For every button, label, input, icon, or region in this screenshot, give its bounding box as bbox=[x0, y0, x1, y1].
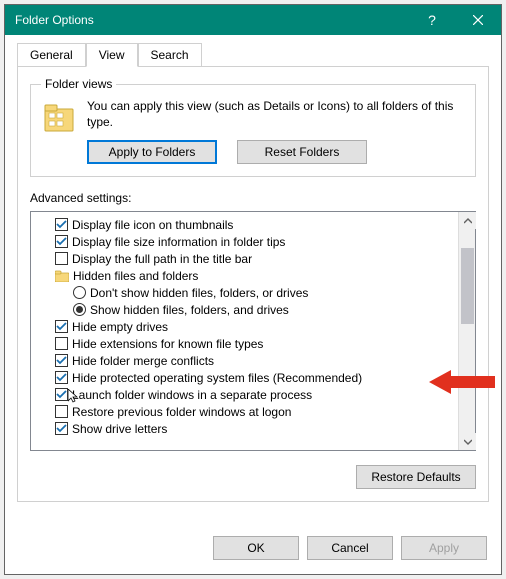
close-button[interactable] bbox=[455, 5, 501, 35]
list-item-label: Hide empty drives bbox=[72, 320, 168, 334]
list-item[interactable]: Show drive letters bbox=[37, 420, 458, 437]
scrollbar[interactable] bbox=[458, 212, 475, 450]
list-item-label: Launch folder windows in a separate proc… bbox=[72, 388, 312, 402]
list-item[interactable]: Display the full path in the title bar bbox=[37, 250, 458, 267]
checkbox[interactable] bbox=[55, 235, 68, 248]
list-item: Hidden files and folders bbox=[37, 267, 458, 284]
list-item[interactable]: Hide protected operating system files (R… bbox=[37, 369, 458, 386]
list-item[interactable]: Don't show hidden files, folders, or dri… bbox=[37, 284, 458, 301]
list-item-label: Hide extensions for known file types bbox=[72, 337, 263, 351]
list-item-label: Show hidden files, folders, and drives bbox=[90, 303, 289, 317]
close-icon bbox=[473, 15, 483, 25]
list-item-label: Display file size information in folder … bbox=[72, 235, 285, 249]
window-title: Folder Options bbox=[15, 13, 409, 27]
list-item[interactable]: Display file icon on thumbnails bbox=[37, 216, 458, 233]
list-item[interactable]: Restore previous folder windows at logon bbox=[37, 403, 458, 420]
list-item-label: Show drive letters bbox=[72, 422, 167, 436]
titlebar: Folder Options ? bbox=[5, 5, 501, 35]
cancel-button[interactable]: Cancel bbox=[307, 536, 393, 560]
tab-strip: General View Search bbox=[17, 43, 489, 67]
window-frame: Folder Options ? General View Search Fol… bbox=[4, 4, 502, 575]
checkbox[interactable] bbox=[55, 337, 68, 350]
list-item[interactable]: Show hidden files, folders, and drives bbox=[37, 301, 458, 318]
list-item[interactable]: Hide empty drives bbox=[37, 318, 458, 335]
tab-page-view: Folder views You can apply thi bbox=[17, 66, 489, 502]
tab-search[interactable]: Search bbox=[138, 43, 202, 67]
list-item-label: Hide protected operating system files (R… bbox=[72, 371, 362, 385]
list-item-label: Don't show hidden files, folders, or dri… bbox=[90, 286, 308, 300]
list-item[interactable]: Display file size information in folder … bbox=[37, 233, 458, 250]
chevron-down-icon bbox=[464, 439, 472, 445]
checkbox[interactable] bbox=[55, 252, 68, 265]
apply-button[interactable]: Apply bbox=[401, 536, 487, 560]
checkbox[interactable] bbox=[55, 354, 68, 367]
advanced-settings-list[interactable]: Display file icon on thumbnails Display f… bbox=[30, 211, 476, 451]
list-item[interactable]: Hide folder merge conflicts bbox=[37, 352, 458, 369]
checkbox[interactable] bbox=[55, 388, 68, 401]
checkbox[interactable] bbox=[55, 371, 68, 384]
dialog-footer: OK Cancel Apply bbox=[5, 526, 501, 574]
restore-defaults-button[interactable]: Restore Defaults bbox=[356, 465, 476, 489]
tab-view[interactable]: View bbox=[86, 43, 138, 67]
list-item[interactable]: Hide extensions for known file types bbox=[37, 335, 458, 352]
ok-button[interactable]: OK bbox=[213, 536, 299, 560]
tab-general[interactable]: General bbox=[17, 43, 86, 67]
folder-views-icon bbox=[41, 99, 77, 141]
apply-to-folders-button[interactable]: Apply to Folders bbox=[87, 140, 217, 164]
chevron-up-icon bbox=[464, 218, 472, 224]
folder-icon bbox=[55, 270, 69, 282]
radio[interactable] bbox=[73, 286, 86, 299]
list-item-label: Restore previous folder windows at logon bbox=[72, 405, 291, 419]
scroll-down-button[interactable] bbox=[459, 433, 476, 450]
advanced-settings-label: Advanced settings: bbox=[30, 191, 476, 205]
folder-views-group: Folder views You can apply thi bbox=[30, 77, 476, 177]
help-button[interactable]: ? bbox=[409, 5, 455, 35]
folder-views-description: You can apply this view (such as Details… bbox=[87, 99, 465, 130]
advanced-settings-scroll[interactable]: Display file icon on thumbnails Display f… bbox=[31, 212, 458, 450]
checkbox[interactable] bbox=[55, 218, 68, 231]
checkbox[interactable] bbox=[55, 422, 68, 435]
list-item-label: Hidden files and folders bbox=[73, 269, 198, 283]
scroll-up-button[interactable] bbox=[459, 212, 476, 229]
list-item-label: Hide folder merge conflicts bbox=[72, 354, 214, 368]
content-area: General View Search Folder views bbox=[5, 35, 501, 526]
scrollbar-thumb[interactable] bbox=[461, 248, 474, 324]
list-item-label: Display the full path in the title bar bbox=[72, 252, 252, 266]
checkbox[interactable] bbox=[55, 405, 68, 418]
checkbox[interactable] bbox=[55, 320, 68, 333]
list-item[interactable]: Launch folder windows in a separate proc… bbox=[37, 386, 458, 403]
folder-views-legend: Folder views bbox=[41, 77, 116, 91]
reset-folders-button[interactable]: Reset Folders bbox=[237, 140, 367, 164]
radio[interactable] bbox=[73, 303, 86, 316]
list-item-label: Display file icon on thumbnails bbox=[72, 218, 233, 232]
